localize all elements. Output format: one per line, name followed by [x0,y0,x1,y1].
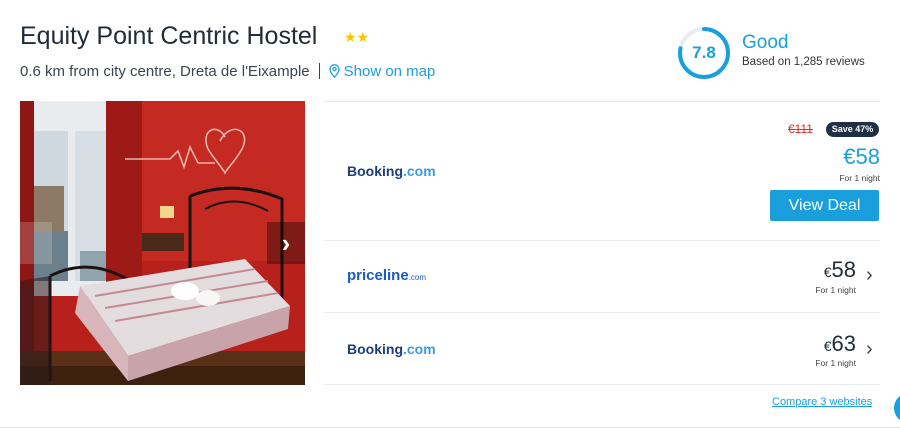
hotel-photo[interactable] [20,101,305,385]
review-count[interactable]: Based on 1,285 reviews [742,56,865,68]
provider-suffix: .com [408,273,427,282]
star-rating-icon: ★★ [344,29,370,45]
currency-symbol: € [823,338,832,354]
original-price: €111 [788,122,813,136]
per-night-label: For 1 night [839,173,880,183]
divider [324,384,880,385]
divider [324,101,880,102]
previous-photo-button[interactable] [20,222,52,264]
rating-score: 7.8 [692,43,716,62]
show-on-map-label: Show on map [343,63,436,80]
chevron-right-icon[interactable]: › [866,338,873,361]
compare-websites-link[interactable]: Compare 3 websites [772,396,872,408]
per-night-label: For 1 night [815,358,856,368]
view-deal-button[interactable]: View Deal [770,190,879,221]
provider-name: priceline [347,267,409,284]
provider-name: Booking [347,163,403,179]
provider-suffix: .com [403,163,436,179]
discount-badge: Save 47% [826,122,879,137]
rating-label: Good [742,32,789,53]
next-photo-button[interactable]: › [267,222,305,264]
distance-text: 0.6 km from city centre, Dreta de l'Eixa… [20,63,310,80]
provider-logo-booking[interactable]: Booking.com [347,163,436,179]
location-line: 0.6 km from city centre, Dreta de l'Eixa… [20,63,435,80]
price-value: 58 [831,257,856,282]
divider [324,240,880,241]
currency-symbol: € [823,264,832,280]
price-value: 63 [831,331,856,356]
deal-price[interactable]: €63 [824,331,856,357]
provider-suffix: .com [403,341,436,357]
divider [324,312,880,313]
deal-price[interactable]: €58 [824,257,856,283]
per-night-label: For 1 night [815,285,856,295]
chat-bubble-icon[interactable] [894,393,900,423]
deal-price[interactable]: €58 [843,144,880,170]
chevron-right-icon[interactable]: › [866,264,873,287]
separator [318,63,320,79]
map-pin-icon [328,64,340,78]
card-bottom-border [0,427,900,428]
room-image [20,101,305,385]
provider-logo-booking[interactable]: Booking.com [347,341,436,357]
show-on-map-link[interactable]: Show on map [328,63,436,80]
provider-name: Booking [347,341,403,357]
provider-logo-priceline[interactable]: priceline.com [347,267,426,284]
hotel-name[interactable]: Equity Point Centric Hostel [20,22,317,51]
hotel-card: Equity Point Centric Hostel ★★ 0.6 km fr… [0,0,900,429]
